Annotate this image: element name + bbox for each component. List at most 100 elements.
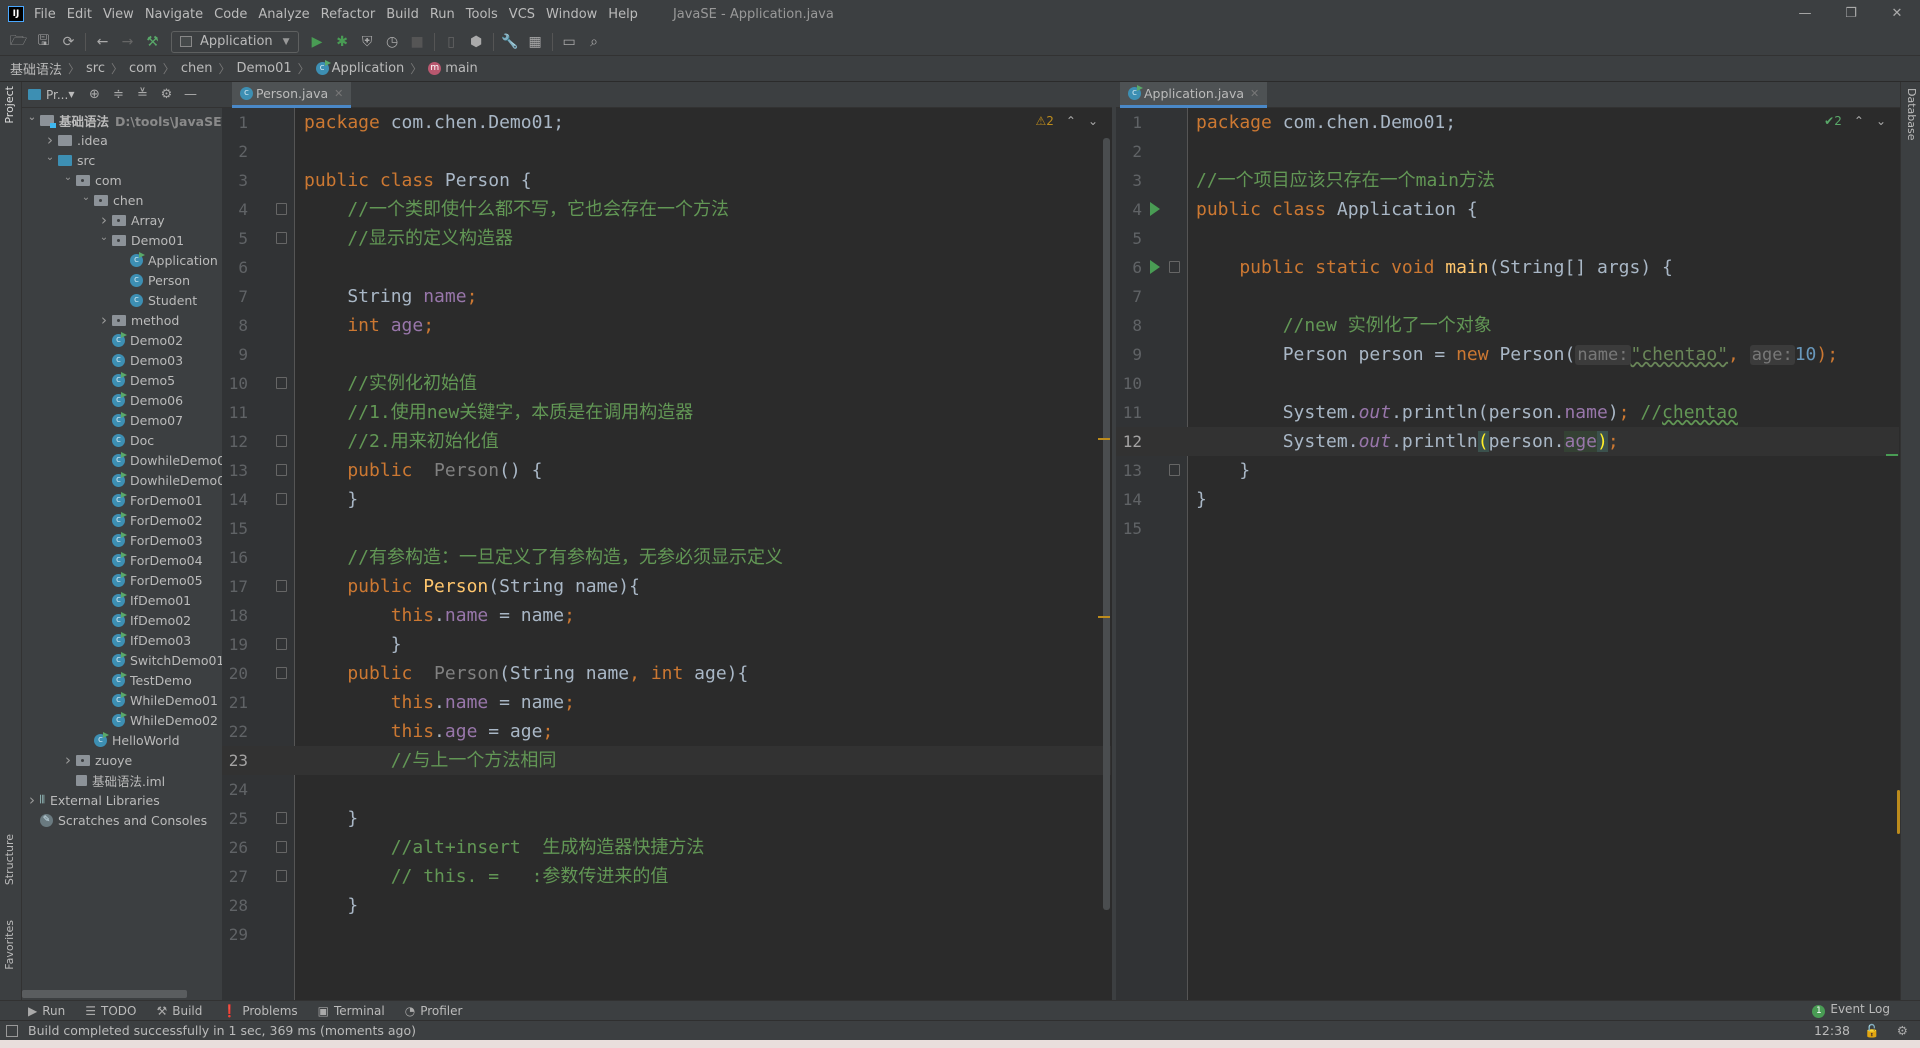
tree-item[interactable]: › zuoye xyxy=(22,750,222,770)
warning-marker[interactable] xyxy=(1098,438,1110,440)
run-gutter-icon[interactable] xyxy=(1150,202,1160,216)
tool-button-profiler[interactable]: ◔ Profiler xyxy=(405,1004,463,1018)
menu-run[interactable]: Run xyxy=(430,7,455,22)
tool-button-todo[interactable]: ☰ TODO xyxy=(85,1004,136,1018)
project-view-select[interactable]: Pr... xyxy=(46,88,68,102)
menu-help[interactable]: Help xyxy=(608,7,638,22)
inspection-widget[interactable]: ⚠2 xyxy=(1035,114,1053,128)
locate-icon[interactable]: ⊕ xyxy=(82,87,106,102)
tab-application-java[interactable]: c Application.java ✕ xyxy=(1120,82,1268,108)
project-structure-icon[interactable]: ▦ xyxy=(523,34,548,50)
menu-code[interactable]: Code xyxy=(214,7,247,22)
fold-marker-icon[interactable] xyxy=(276,812,287,824)
tree-item[interactable]: c Application xyxy=(22,250,222,270)
menu-file[interactable]: File xyxy=(34,7,56,22)
tree-item[interactable]: ⌄ Demo01 xyxy=(22,230,222,250)
warning-marker[interactable] xyxy=(1098,616,1110,618)
splitter[interactable] xyxy=(1112,82,1116,1000)
tree-item[interactable]: › Array xyxy=(22,210,222,230)
chevron-down-icon[interactable]: ⌄ xyxy=(1876,114,1886,128)
tree-item[interactable]: cDowhileDemo02 xyxy=(22,470,222,490)
device-icon[interactable]: ▯ xyxy=(439,34,464,50)
chevron-right-icon[interactable]: › xyxy=(60,751,76,769)
fold-marker-icon[interactable] xyxy=(276,377,287,389)
breadcrumb-item[interactable]: chen xyxy=(181,61,213,76)
tree-item[interactable]: ⌄ chen xyxy=(22,190,222,210)
breadcrumb-item[interactable]: main xyxy=(445,61,477,76)
tree-item[interactable]: c SwitchDemo01 xyxy=(22,650,222,670)
tree-item[interactable]: c ForDemo04 xyxy=(22,550,222,570)
menu-edit[interactable]: Edit xyxy=(67,7,92,22)
restore-button[interactable]: ❐ xyxy=(1828,0,1874,28)
menu-refactor[interactable]: Refactor xyxy=(321,7,376,22)
build-hammer-icon[interactable]: ⚒ xyxy=(140,34,165,50)
inspector-icon[interactable]: ⚙ xyxy=(1897,1023,1908,1038)
hide-icon[interactable]: — xyxy=(178,87,202,102)
fold-marker-icon[interactable] xyxy=(276,232,287,244)
tree-item[interactable]: c Demo06 xyxy=(22,390,222,410)
breadcrumb-item[interactable]: Demo01 xyxy=(236,61,291,76)
chevron-down-icon[interactable]: ▼ xyxy=(68,90,74,99)
close-tab-icon[interactable]: ✕ xyxy=(334,87,343,100)
tree-item[interactable]: c ForDemo05 xyxy=(22,570,222,590)
breadcrumb-item[interactable]: 基础语法 xyxy=(10,59,62,78)
close-button[interactable]: ✕ xyxy=(1874,0,1920,28)
tree-item[interactable]: c Demo5 xyxy=(22,370,222,390)
tree-item[interactable]: c Demo03 xyxy=(22,350,222,370)
gutter[interactable]: 1 2 3 4 5 6 7 8 9 10 11 12 13 14 15 xyxy=(1116,108,1188,1000)
chevron-down-icon[interactable]: ⌄ xyxy=(1088,114,1098,128)
event-log-button[interactable]: 1 Event Log xyxy=(1812,1002,1890,1018)
breadcrumb-item[interactable]: Application xyxy=(332,61,405,76)
tree-item[interactable]: c Person xyxy=(22,270,222,290)
tree-item[interactable]: c Demo02 xyxy=(22,330,222,350)
tree-item[interactable]: c ForDemo01 xyxy=(22,490,222,510)
tree-item[interactable]: ⌄ 基础语法 D:\tools\JavaSE\基 xyxy=(22,110,222,130)
terminal-icon[interactable]: ▭ xyxy=(557,34,582,50)
gear-icon[interactable]: ⚙ xyxy=(154,87,178,102)
tree-item[interactable]: 基础语法.iml xyxy=(22,770,222,790)
fold-marker-icon[interactable] xyxy=(276,870,287,882)
tree-item[interactable]: cDowhileDemo01 xyxy=(22,450,222,470)
fold-marker-icon[interactable] xyxy=(276,638,287,650)
code-area[interactable]: package com.chen.Demo01; //一个项目应该只存在一个ma… xyxy=(1196,108,1838,543)
run-configuration-select[interactable]: Application ▼ xyxy=(171,30,299,53)
chevron-down-icon[interactable]: ⌄ xyxy=(24,112,40,123)
tree-item[interactable]: c ForDemo02 xyxy=(22,510,222,530)
tree-item[interactable]: c Demo07 xyxy=(22,410,222,430)
tree-item[interactable]: c WhileDemo02 xyxy=(22,710,222,730)
sync-icon[interactable]: ⟳ xyxy=(56,34,81,50)
breadcrumb-item[interactable]: src xyxy=(86,61,105,76)
inspection-widget[interactable]: ✔2 xyxy=(1824,114,1842,128)
database-tool-button[interactable]: Database xyxy=(1905,88,1918,141)
fold-marker-icon[interactable] xyxy=(276,435,287,447)
debug-icon[interactable]: ✱ xyxy=(330,34,355,50)
forward-icon[interactable]: → xyxy=(115,34,140,50)
chevron-up-icon[interactable]: ⌃ xyxy=(1854,114,1864,128)
tree-item[interactable]: ✎ Scratches and Consoles xyxy=(22,810,222,830)
tool-button-run[interactable]: ▶ Run xyxy=(28,1004,65,1018)
profile-icon[interactable]: ◷ xyxy=(380,34,405,50)
fold-marker-icon[interactable] xyxy=(276,493,287,505)
right-editor[interactable]: 1 2 3 4 5 6 7 8 9 10 11 12 13 14 15 package com.chen.De… xyxy=(1116,108,1900,1000)
menu-navigate[interactable]: Navigate xyxy=(145,7,203,22)
fold-marker-icon[interactable] xyxy=(276,667,287,679)
chevron-down-icon[interactable]: ⌄ xyxy=(60,172,76,183)
horizontal-scrollbar[interactable] xyxy=(22,990,187,998)
menu-analyze[interactable]: Analyze xyxy=(258,7,309,22)
sdk-icon[interactable]: ⬢ xyxy=(464,34,489,50)
fold-marker-icon[interactable] xyxy=(1169,261,1180,273)
structure-tool-button[interactable]: Structure xyxy=(3,834,16,885)
tree-item[interactable]: c Doc xyxy=(22,430,222,450)
settings-wrench-icon[interactable]: 🔧 xyxy=(498,34,523,50)
code-area[interactable]: package com.chen.Demo01; public class Pe… xyxy=(304,108,783,949)
tool-button-build[interactable]: ⚒ Build xyxy=(156,1004,202,1018)
tree-item[interactable]: c IfDemo03 xyxy=(22,630,222,650)
back-icon[interactable]: ← xyxy=(90,34,115,50)
tree-item[interactable]: › method xyxy=(22,310,222,330)
left-editor[interactable]: 1 2 3 4 5 6 7 8 9 10 11 12 13 14 15 16 17 18 19 20 21 22 23 24 2… xyxy=(222,108,1112,1000)
chevron-down-icon[interactable]: ⌄ xyxy=(78,192,94,203)
tree-item[interactable]: › .idea xyxy=(22,130,222,150)
vertical-scrollbar[interactable] xyxy=(1103,138,1110,910)
menu-build[interactable]: Build xyxy=(386,7,419,22)
fold-marker-icon[interactable] xyxy=(1169,464,1180,476)
